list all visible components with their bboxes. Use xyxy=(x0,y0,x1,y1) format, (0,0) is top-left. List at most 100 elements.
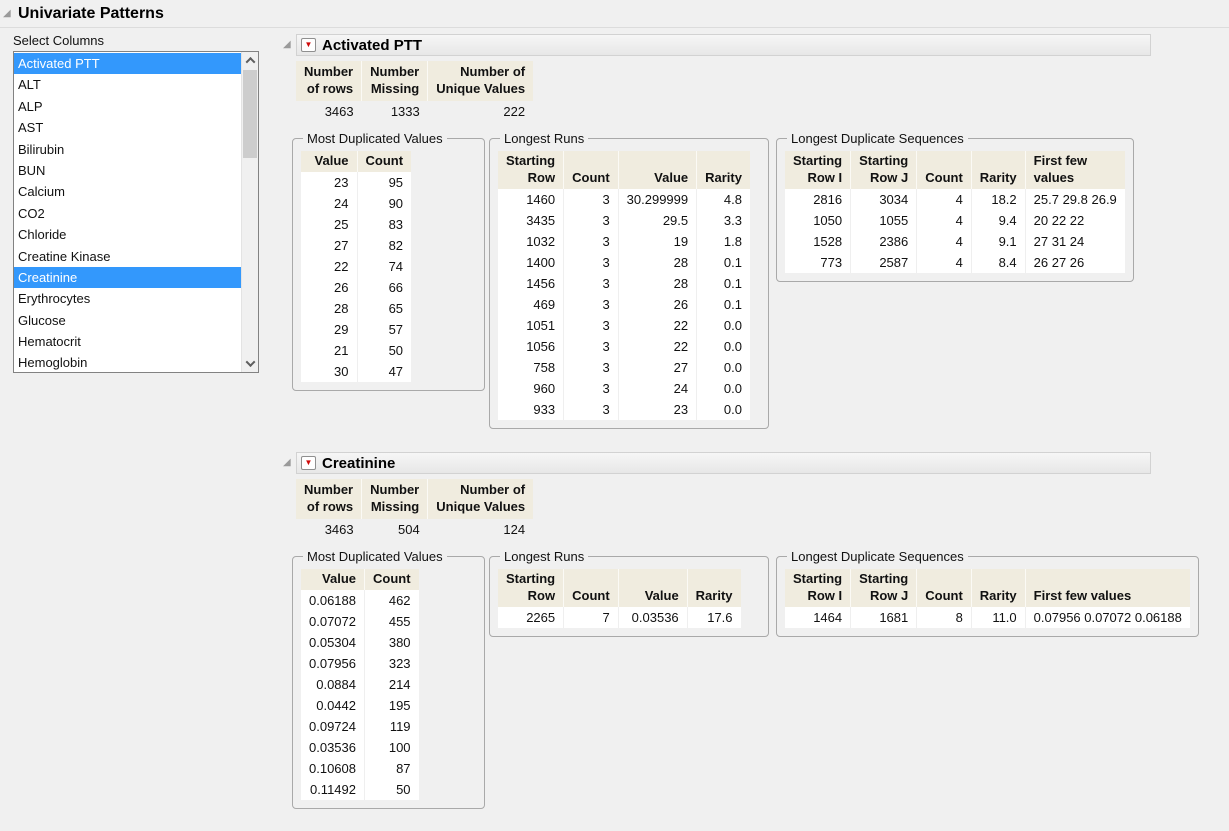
table-cell: 0.0 xyxy=(697,315,750,336)
red-triangle-menu-button[interactable]: ▼ xyxy=(301,38,316,52)
table-cell: 933 xyxy=(498,399,564,420)
table-cell: 3 xyxy=(564,210,619,231)
summary-value: 504 xyxy=(362,519,428,540)
chevron-down-icon xyxy=(245,357,255,367)
table-cell: 0.0 xyxy=(697,399,750,420)
table-cell: 469 xyxy=(498,294,564,315)
column-list-item[interactable]: Hematocrit xyxy=(14,331,241,352)
section-activated-ptt: ◢ ▼ Activated PTT Number of rows Number … xyxy=(283,33,1213,429)
table-row: 2583 xyxy=(301,214,411,235)
table-row: 773258748.426 27 26 xyxy=(785,252,1125,273)
column-list-item[interactable]: Chloride xyxy=(14,224,241,245)
column-list-item[interactable]: ALP xyxy=(14,96,241,117)
table-cell: 0.1 xyxy=(697,294,750,315)
column-list-item[interactable]: Bilirubin xyxy=(14,139,241,160)
column-list-item[interactable]: Activated PTT xyxy=(14,53,241,74)
table-cell: 8 xyxy=(917,607,972,628)
column-list-item[interactable]: CO2 xyxy=(14,203,241,224)
scrollbar[interactable] xyxy=(241,52,258,372)
table-row: 4693260.1 xyxy=(498,294,750,315)
table-cell: 1456 xyxy=(498,273,564,294)
table-row: 0.03536100 xyxy=(301,737,419,758)
table-cell: 3034 xyxy=(851,189,917,210)
table-cell: 3435 xyxy=(498,210,564,231)
table-cell: 0.05304 xyxy=(301,632,365,653)
table-row: 28163034418.225.7 29.8 26.9 xyxy=(785,189,1125,210)
longest-runs-panel: Longest Runs Starting Row Count Value Ra… xyxy=(489,131,769,429)
table-row: 1528238649.127 31 24 xyxy=(785,231,1125,252)
column-header: Starting Row xyxy=(498,569,564,607)
disclosure-triangle-icon[interactable]: ◢ xyxy=(283,40,296,50)
scrollbar-thumb[interactable] xyxy=(243,70,257,158)
table-cell: 25 xyxy=(301,214,357,235)
table-cell: 1400 xyxy=(498,252,564,273)
table-cell: 323 xyxy=(365,653,419,674)
longest-runs-panel: Longest Runs Starting Row Count Value Ra… xyxy=(489,549,769,637)
table-cell: 3 xyxy=(564,273,619,294)
column-list-item[interactable]: Glucose xyxy=(14,310,241,331)
table-cell: 0.07072 xyxy=(301,611,365,632)
table-cell: 27 xyxy=(618,357,696,378)
table-cell: 0.03536 xyxy=(301,737,365,758)
column-list-item[interactable]: Creatine Kinase xyxy=(14,246,241,267)
column-list-item[interactable]: Erythrocytes xyxy=(14,288,241,309)
section-creatinine: ◢ ▼ Creatinine Number of rows Number Mis… xyxy=(283,451,1213,809)
scroll-up-button[interactable] xyxy=(242,52,258,69)
table-cell: 22 xyxy=(618,315,696,336)
window-title-row: ◢ Univariate Patterns xyxy=(0,0,1229,28)
section-body: Number of rows Number Missing Number of … xyxy=(283,57,1213,429)
table-row: 2957 xyxy=(301,319,411,340)
table-cell: 758 xyxy=(498,357,564,378)
table-row: 0.07072455 xyxy=(301,611,419,632)
column-list-item[interactable]: AST xyxy=(14,117,241,138)
table-cell: 4 xyxy=(917,252,972,273)
section-body: Number of rows Number Missing Number of … xyxy=(283,475,1213,809)
most-duplicated-values-panel: Most Duplicated Values Value Count 0.061… xyxy=(292,549,485,809)
table-row: 14003280.1 xyxy=(498,252,750,273)
table-cell: 0.06188 xyxy=(301,590,365,611)
red-triangle-menu-button[interactable]: ▼ xyxy=(301,456,316,470)
table-row: 0.05304380 xyxy=(301,632,419,653)
table-cell: 28 xyxy=(301,298,357,319)
summary-values-row: 3463 504 124 xyxy=(296,519,533,540)
summary-column-header: Number of rows xyxy=(296,479,362,519)
table-cell: 214 xyxy=(365,674,419,695)
most-duplicated-values-panel: Most Duplicated Values Value Count 23952… xyxy=(292,131,485,391)
column-header: Count xyxy=(564,569,619,607)
table-cell: 4 xyxy=(917,231,972,252)
table-cell: 773 xyxy=(785,252,851,273)
column-list-item[interactable]: ALT xyxy=(14,74,241,95)
column-list-item[interactable]: BUN xyxy=(14,160,241,181)
table-cell: 26 27 26 xyxy=(1025,252,1125,273)
table-cell: 82 xyxy=(357,235,411,256)
column-header: Starting Row I xyxy=(785,151,851,189)
disclosure-triangle-icon[interactable]: ◢ xyxy=(3,9,11,19)
section-header: ◢ ▼ Activated PTT xyxy=(283,33,1213,57)
table-cell: 2587 xyxy=(851,252,917,273)
table-cell: 3.3 xyxy=(697,210,750,231)
table-cell: 462 xyxy=(365,590,419,611)
column-list-item[interactable]: Hemoglobin xyxy=(14,352,241,373)
table-cell: 2386 xyxy=(851,231,917,252)
column-header: Rarity xyxy=(697,151,750,189)
table-row: 0.1149250 xyxy=(301,779,419,800)
table-row: 2666 xyxy=(301,277,411,298)
scroll-down-button[interactable] xyxy=(242,355,258,372)
column-list-item[interactable]: Creatinine xyxy=(14,267,241,288)
disclosure-triangle-icon[interactable]: ◢ xyxy=(283,458,296,468)
column-list-item[interactable]: Calcium xyxy=(14,181,241,202)
table-cell: 26 xyxy=(301,277,357,298)
table-row: 9603240.0 xyxy=(498,378,750,399)
summary-value: 222 xyxy=(428,101,533,122)
table-cell: 455 xyxy=(365,611,419,632)
most-duplicated-values-table: Value Count 0.061884620.070724550.053043… xyxy=(301,569,419,800)
table-cell: 74 xyxy=(357,256,411,277)
table-cell: 2265 xyxy=(498,607,564,628)
table-row: 2490 xyxy=(301,193,411,214)
column-header: Starting Row I xyxy=(785,569,851,607)
panel-title: Longest Duplicate Sequences xyxy=(787,131,968,146)
table-cell: 23 xyxy=(301,172,357,193)
panels-row: Most Duplicated Values Value Count 23952… xyxy=(292,131,1213,429)
table-cell: 50 xyxy=(357,340,411,361)
section-header-bar: ▼ Creatinine xyxy=(296,452,1151,474)
